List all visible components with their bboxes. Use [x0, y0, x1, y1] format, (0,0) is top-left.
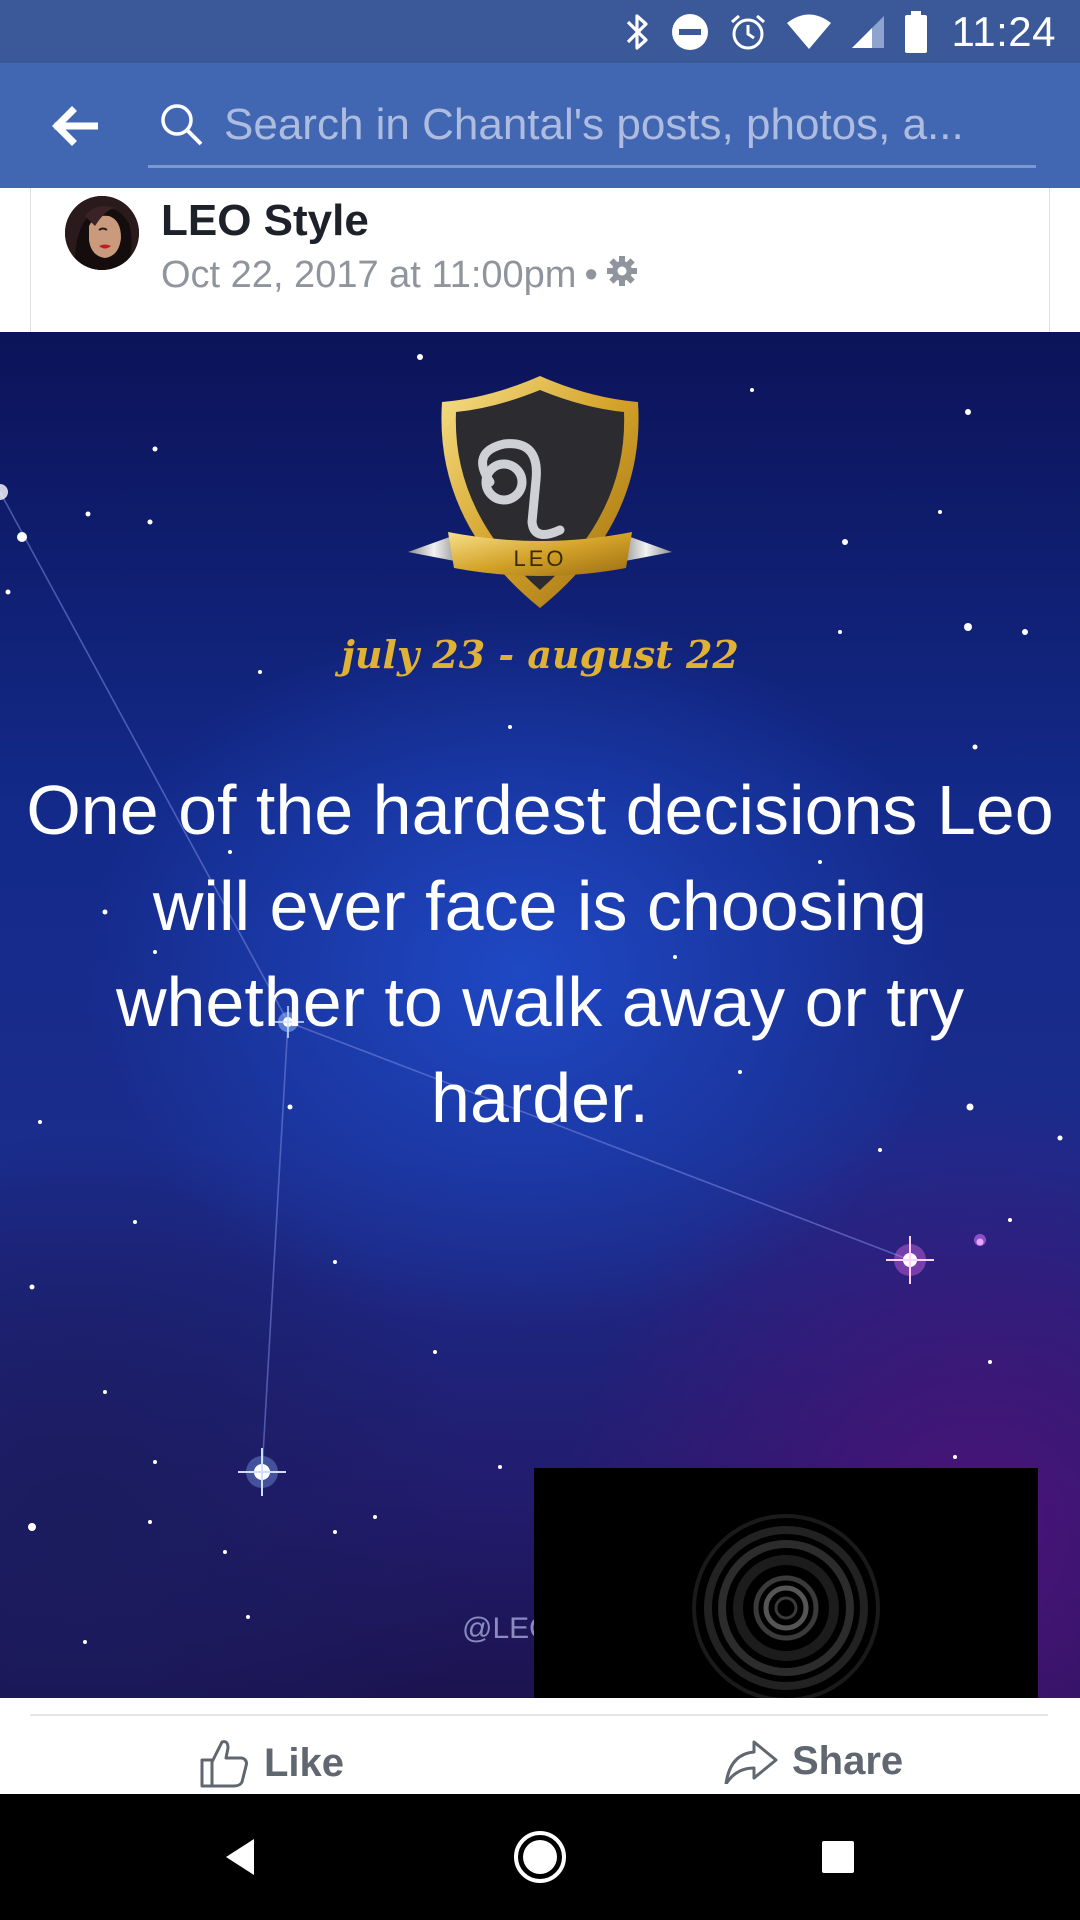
nav-recents-button[interactable] — [798, 1822, 878, 1892]
do-not-disturb-icon — [670, 12, 710, 52]
badge-label: LEO — [513, 546, 566, 571]
gear-icon[interactable] — [606, 254, 638, 297]
share-label: Share — [792, 1738, 904, 1783]
share-arrow-icon — [724, 1740, 778, 1784]
meta-separator: • — [584, 254, 598, 296]
status-time: 11:24 — [951, 7, 1056, 55]
back-triangle-icon — [226, 1839, 254, 1875]
search-icon — [154, 97, 210, 153]
bluetooth-icon — [622, 12, 652, 52]
nav-bar — [0, 1794, 1080, 1920]
status-icons: 11:24 — [622, 0, 1057, 63]
like-button[interactable]: Like — [198, 1738, 344, 1788]
action-bar: Like Share — [0, 1698, 1080, 1794]
quote-text: One of the hardest decisions Leo will ev… — [26, 771, 1054, 1137]
leo-badge: LEO — [408, 376, 672, 608]
like-label: Like — [264, 1740, 345, 1785]
date-range: july 23 - august 22 — [341, 632, 739, 677]
search-input[interactable] — [216, 100, 1036, 150]
recents-square-icon — [822, 1841, 854, 1873]
nav-back-button[interactable] — [200, 1822, 280, 1892]
wifi-icon — [786, 14, 832, 50]
nav-home-button[interactable] — [500, 1822, 580, 1892]
arrow-left-icon — [52, 106, 98, 146]
app-bar — [0, 63, 1080, 188]
status-bar: 11:24 — [0, 0, 1080, 63]
thumbs-up-icon — [200, 1740, 248, 1788]
share-button[interactable]: Share — [724, 1738, 903, 1784]
author-name[interactable]: LEO Style — [161, 196, 369, 246]
back-button[interactable] — [40, 91, 110, 161]
battery-icon — [904, 10, 928, 53]
alarm-icon — [728, 12, 768, 52]
avatar[interactable] — [65, 196, 139, 270]
post-meta: Oct 22, 2017 at 11:00pm • — [161, 254, 638, 297]
action-divider — [30, 1714, 1048, 1716]
home-circle-icon — [514, 1831, 566, 1883]
post-header: LEO Style Oct 22, 2017 at 11:00pm • — [30, 188, 1050, 332]
search-box[interactable] — [148, 85, 1036, 168]
signal-icon — [850, 14, 886, 50]
post-timestamp[interactable]: Oct 22, 2017 at 11:00pm — [161, 254, 576, 297]
